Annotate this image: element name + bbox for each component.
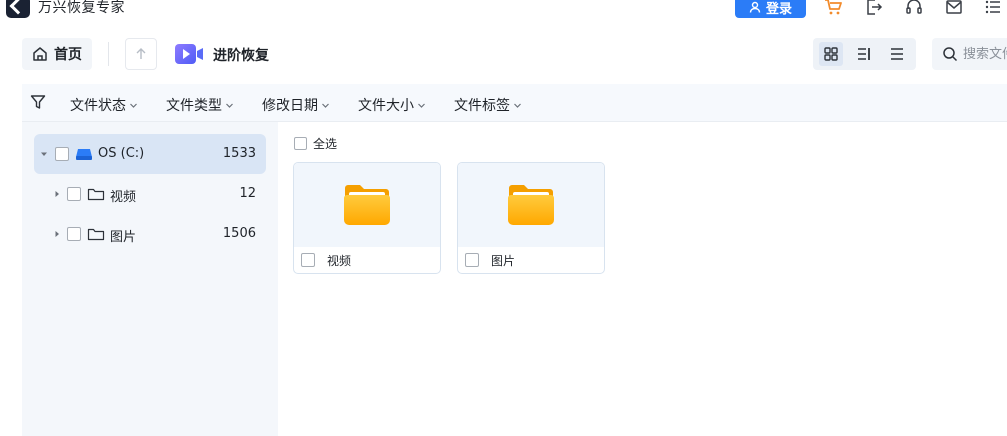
folder-icon — [344, 185, 390, 225]
tree-item-drive-c[interactable]: OS (C:) 1533 — [34, 134, 266, 174]
file-card[interactable]: 视频 — [293, 162, 441, 274]
tree-item-count: 1533 — [222, 146, 256, 161]
grid-icon — [824, 47, 838, 61]
toolbar-divider — [108, 42, 109, 66]
select-all-checkbox[interactable] — [294, 137, 307, 150]
card-checkbox[interactable] — [465, 253, 479, 267]
view-mode-switch — [813, 38, 916, 70]
search-icon — [943, 47, 958, 62]
caret-down-icon[interactable] — [40, 150, 48, 158]
tree-checkbox[interactable] — [67, 187, 81, 201]
folder-icon — [87, 188, 105, 201]
detail-list-icon — [858, 48, 870, 60]
up-button[interactable] — [125, 38, 157, 70]
chevron-down-icon — [418, 103, 425, 108]
filter-file-type[interactable]: 文件类型 — [166, 95, 234, 115]
card-thumbnail — [458, 163, 604, 247]
filter-label: 文件状态 — [70, 98, 126, 114]
chevron-down-icon — [322, 103, 329, 108]
tree-item-label: 图片 — [110, 230, 137, 245]
filter-label: 修改日期 — [262, 98, 318, 114]
tree-item-label: 视频 — [110, 190, 137, 205]
login-button[interactable]: 登录 — [735, 0, 806, 18]
tree-checkbox[interactable] — [55, 147, 69, 161]
app-logo-icon — [6, 0, 30, 18]
chevron-down-icon — [130, 103, 137, 108]
caret-right-icon[interactable] — [53, 190, 61, 198]
headset-icon[interactable] — [903, 0, 925, 18]
filter-icon[interactable] — [30, 94, 46, 110]
file-card[interactable]: 图片 — [457, 162, 605, 274]
user-icon — [749, 1, 761, 13]
breadcrumb-current: 进阶恢复 — [213, 48, 269, 64]
cart-icon[interactable] — [822, 0, 844, 18]
list-icon — [891, 48, 903, 60]
app-title: 万兴恢复专家 — [38, 0, 125, 16]
card-thumbnail — [294, 163, 440, 247]
filter-file-tag[interactable]: 文件标签 — [454, 95, 522, 115]
tree-item-videos[interactable]: 视频 12 — [34, 174, 266, 214]
export-icon[interactable] — [863, 0, 885, 18]
folder-icon — [87, 228, 105, 241]
grid-view-button[interactable] — [819, 42, 843, 66]
home-label: 首页 — [54, 47, 82, 63]
tree-item-pictures[interactable]: 图片 1506 — [34, 214, 266, 254]
select-all[interactable]: 全选 — [294, 135, 337, 152]
filter-label: 文件标签 — [454, 98, 510, 114]
drive-icon — [76, 149, 92, 160]
filter-label: 文件大小 — [358, 98, 414, 114]
search-box — [932, 38, 1007, 70]
title-bar: 万兴恢复专家 登录 — [0, 0, 1007, 20]
login-label: 登录 — [765, 1, 792, 17]
filter-label: 文件类型 — [166, 98, 222, 114]
folder-icon — [508, 185, 554, 225]
card-name: 视频 — [327, 254, 352, 268]
sidebar-tree: OS (C:) 1533 视频 12 图片 1506 — [22, 122, 278, 436]
detail-view-button[interactable] — [852, 42, 876, 66]
tree-item-count: 1506 — [222, 226, 256, 241]
arrow-up-icon — [136, 48, 146, 59]
search-input[interactable] — [963, 44, 1007, 64]
chevron-down-icon — [226, 103, 233, 108]
tree-checkbox[interactable] — [67, 227, 81, 241]
menu-icon[interactable] — [982, 0, 1004, 18]
mail-icon[interactable] — [943, 0, 965, 18]
home-button[interactable]: 首页 — [22, 38, 92, 70]
filter-file-size[interactable]: 文件大小 — [358, 95, 426, 115]
video-recovery-icon — [175, 44, 203, 64]
card-checkbox[interactable] — [301, 253, 315, 267]
tree-item-label: OS (C:) — [98, 146, 145, 161]
home-icon — [33, 47, 47, 61]
filter-file-status[interactable]: 文件状态 — [70, 95, 138, 115]
chevron-down-icon — [514, 103, 521, 108]
filter-modified-date[interactable]: 修改日期 — [262, 95, 330, 115]
list-view-button[interactable] — [885, 42, 909, 66]
caret-right-icon[interactable] — [53, 230, 61, 238]
filter-bar: 文件状态 文件类型 修改日期 文件大小 文件标签 — [22, 84, 1007, 122]
select-all-label: 全选 — [313, 137, 338, 151]
tree-item-count: 12 — [239, 186, 256, 201]
card-name: 图片 — [491, 254, 516, 268]
